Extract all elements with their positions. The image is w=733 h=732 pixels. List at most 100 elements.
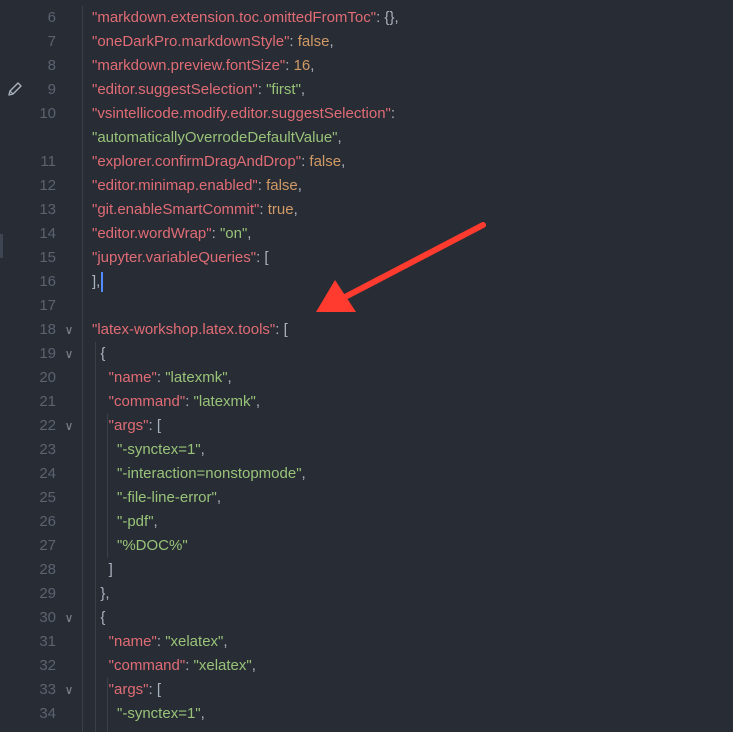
fold-chevron-icon[interactable]: ∨ [62, 342, 76, 366]
code-token: "latexmk" [165, 369, 228, 386]
code-line[interactable]: 30 ∨ { [0, 606, 733, 630]
code-line[interactable]: 13 "git.enableSmartCommit": true, [0, 198, 733, 222]
code-line[interactable]: 32 "command": "xelatex", [0, 654, 733, 678]
line-number: 34 [39, 705, 56, 722]
code-token: : [289, 33, 298, 50]
code-token: "editor.suggestSelection" [92, 81, 258, 98]
code-line[interactable]: 20 "name": "latexmk", [0, 366, 733, 390]
code-token: "-pdf" [117, 513, 154, 530]
code-line[interactable]: 34 "-synctex=1", [0, 702, 733, 726]
code-line[interactable]: 16], [0, 270, 733, 294]
code-line[interactable]: 24 "-interaction=nonstopmode", [0, 462, 733, 486]
code-text: "-file-line-error", [92, 486, 221, 510]
line-number: 12 [39, 177, 56, 194]
code-token: "first" [266, 81, 301, 98]
code-token: "markdown.preview.fontSize" [92, 57, 286, 74]
code-token: "automaticallyOverrodeDefaultValue" [92, 129, 338, 146]
code-text: { [92, 606, 105, 630]
line-number: 7 [47, 33, 56, 50]
code-line[interactable]: 11 "explorer.confirmDragAndDrop": false, [0, 150, 733, 174]
code-token: , [293, 201, 298, 218]
code-token: "oneDarkPro.markdownStyle" [92, 33, 290, 50]
code-line[interactable]: 28 ] [0, 558, 733, 582]
code-text: ] [92, 558, 113, 582]
code-line[interactable]: 18 ∨ "latex-workshop.latex.tools": [ [0, 318, 733, 342]
code-token: : [ [256, 249, 269, 266]
code-token: , [200, 705, 205, 722]
code-line[interactable]: 17 [0, 294, 733, 318]
code-text: "markdown.extension.toc.omittedFromToc":… [92, 6, 399, 30]
code-line[interactable]: 12 "editor.minimap.enabled": false, [0, 174, 733, 198]
code-line[interactable]: 23 "-synctex=1", [0, 438, 733, 462]
code-token: false [309, 153, 342, 170]
code-line[interactable]: 25 "-file-line-error", [0, 486, 733, 510]
code-token: : [ [275, 321, 288, 338]
fold-chevron-icon[interactable]: ∨ [62, 414, 76, 438]
code-text: "name": "latexmk", [92, 366, 232, 390]
code-line[interactable]: 26 "-pdf", [0, 510, 733, 534]
code-token: "name" [108, 633, 157, 650]
code-text: "-pdf", [92, 510, 158, 534]
code-token: "xelatex" [165, 633, 224, 650]
code-text: "%DOC%" [92, 534, 188, 558]
code-token: ] [92, 561, 113, 578]
code-token: true [267, 201, 294, 218]
code-token: "jupyter.variableQueries" [92, 249, 257, 266]
code-line[interactable]: 8 "markdown.preview.fontSize": 16, [0, 54, 733, 78]
code-token: : [259, 201, 268, 218]
line-number: 26 [39, 513, 56, 530]
code-line[interactable]: 19 ∨ { [0, 342, 733, 366]
code-text: "editor.minimap.enabled": false, [92, 174, 302, 198]
code-token: }, [92, 585, 110, 602]
code-token: , [153, 513, 158, 530]
line-number: 6 [47, 9, 56, 26]
line-number: 24 [39, 465, 56, 482]
code-text: "-interaction=nonstopmode", [92, 462, 306, 486]
code-line[interactable]: "automaticallyOverrodeDefaultValue", [0, 126, 733, 150]
code-token: , [200, 441, 205, 458]
fold-chevron-icon[interactable]: ∨ [62, 678, 76, 702]
code-token: "-interaction=nonstopmode" [117, 465, 302, 482]
code-line[interactable]: 29 }, [0, 582, 733, 606]
line-number: 16 [39, 273, 56, 290]
code-line[interactable]: 7 "oneDarkPro.markdownStyle": false, [0, 30, 733, 54]
code-line[interactable]: 21 "command": "latexmk", [0, 390, 733, 414]
code-line[interactable]: 22 ∨ "args": [ [0, 414, 733, 438]
code-line[interactable]: 9 "editor.suggestSelection": "first", [0, 78, 733, 102]
code-token: "name" [108, 369, 157, 386]
code-line[interactable]: 6 "markdown.extension.toc.omittedFromToc"… [0, 6, 733, 30]
code-text: "automaticallyOverrodeDefaultValue", [92, 126, 342, 150]
code-line[interactable]: 15 "jupyter.variableQueries": [ [0, 246, 733, 270]
line-number: 13 [39, 201, 56, 218]
line-number: 20 [39, 369, 56, 386]
fold-chevron-icon[interactable]: ∨ [62, 318, 76, 342]
code-editor[interactable]: 6 "markdown.extension.toc.omittedFromToc"… [0, 0, 733, 732]
code-line[interactable]: 27 "%DOC%" [0, 534, 733, 558]
line-number: 15 [39, 249, 56, 266]
code-token: : [156, 369, 166, 386]
code-token: , [251, 657, 256, 674]
text-cursor [101, 272, 104, 293]
code-text: "oneDarkPro.markdownStyle": false, [92, 30, 334, 54]
code-token: "%DOC%" [117, 537, 188, 554]
code-text: "vsintellicode.modify.editor.suggestSele… [92, 102, 395, 126]
code-token: : [285, 57, 294, 74]
code-text: "editor.suggestSelection": "first", [92, 78, 305, 102]
code-token: "-file-line-error" [117, 489, 217, 506]
code-token: , [297, 177, 302, 194]
code-line[interactable]: 10 "vsintellicode.modify.editor.suggestSe… [0, 102, 733, 126]
fold-chevron-icon[interactable]: ∨ [62, 606, 76, 630]
code-text: "explorer.confirmDragAndDrop": false, [92, 150, 345, 174]
code-line[interactable]: 33 ∨ "args": [ [0, 678, 733, 702]
code-line[interactable]: 31 "name": "xelatex", [0, 630, 733, 654]
code-token: "latexmk" [193, 393, 256, 410]
code-token: : [ [148, 681, 162, 698]
code-token: { [92, 345, 106, 362]
code-line[interactable]: 14 "editor.wordWrap": "on", [0, 222, 733, 246]
